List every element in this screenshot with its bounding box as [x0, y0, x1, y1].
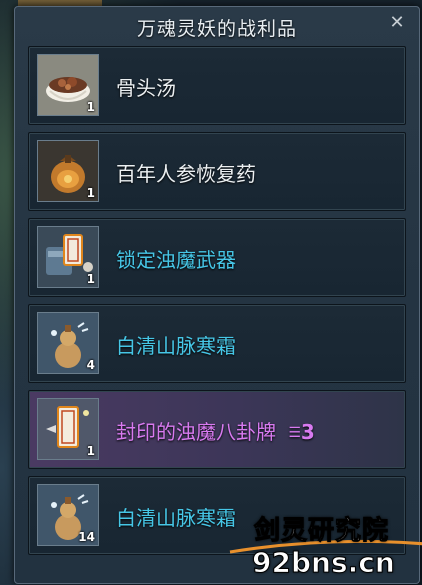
loot-item-row[interactable]: 1 锁定浊魔武器: [28, 218, 406, 297]
item-quantity: 1: [86, 272, 95, 286]
item-name: 封印的浊魔八卦牌 ☰3: [116, 416, 315, 445]
item-slot[interactable]: 4: [37, 312, 99, 374]
item-slot[interactable]: 1: [37, 226, 99, 288]
item-name: 骨头汤: [116, 76, 176, 100]
item-name: 百年人参恢复药: [116, 162, 256, 186]
item-slot[interactable]: 14: [37, 484, 99, 546]
item-name: 锁定浊魔武器: [116, 248, 236, 272]
watermark-site-name: 剑灵研究院: [253, 516, 390, 547]
item-slot[interactable]: 1: [37, 398, 99, 460]
item-slot[interactable]: 1: [37, 54, 99, 116]
loot-item-row[interactable]: 1 封印的浊魔八卦牌 ☰3: [28, 390, 406, 469]
item-name-text: 封印的浊魔八卦牌: [116, 420, 276, 444]
item-slot[interactable]: 1: [37, 140, 99, 202]
item-quantity: 1: [86, 186, 95, 200]
loot-item-row[interactable]: 4 白清山脉寒霜: [28, 304, 406, 383]
tier-badge: ☰3: [288, 420, 314, 444]
watermark-url: 92bns.cn: [252, 546, 396, 580]
site-watermark: 剑灵研究院 92bns.cn: [229, 508, 422, 585]
game-scene: 万魂灵妖的战利品 ✕ 1 骨头汤 1 百年人参恢复药 1 锁定浊魔武器 4 白清…: [0, 0, 422, 585]
loot-item-row[interactable]: 1 骨头汤: [28, 46, 406, 125]
window-title: 万魂灵妖的战利品: [136, 18, 297, 40]
item-name: 白清山脉寒霜: [116, 334, 236, 358]
title-bar: 万魂灵妖的战利品 ✕: [15, 7, 419, 43]
loot-window: 万魂灵妖的战利品 ✕ 1 骨头汤 1 百年人参恢复药 1 锁定浊魔武器 4 白清…: [14, 6, 420, 584]
item-quantity: 4: [86, 358, 95, 372]
item-quantity: 14: [78, 530, 95, 544]
close-button[interactable]: ✕: [385, 11, 409, 35]
loot-item-row[interactable]: 1 百年人参恢复药: [28, 132, 406, 211]
item-name: 白清山脉寒霜: [116, 506, 236, 530]
tier-value: 3: [300, 420, 315, 444]
item-quantity: 1: [86, 444, 95, 458]
item-quantity: 1: [86, 100, 95, 114]
tier-bars-icon: ☰: [288, 425, 301, 441]
loot-list: 1 骨头汤 1 百年人参恢复药 1 锁定浊魔武器 4 白清山脉寒霜 1 封印的浊…: [28, 46, 406, 562]
